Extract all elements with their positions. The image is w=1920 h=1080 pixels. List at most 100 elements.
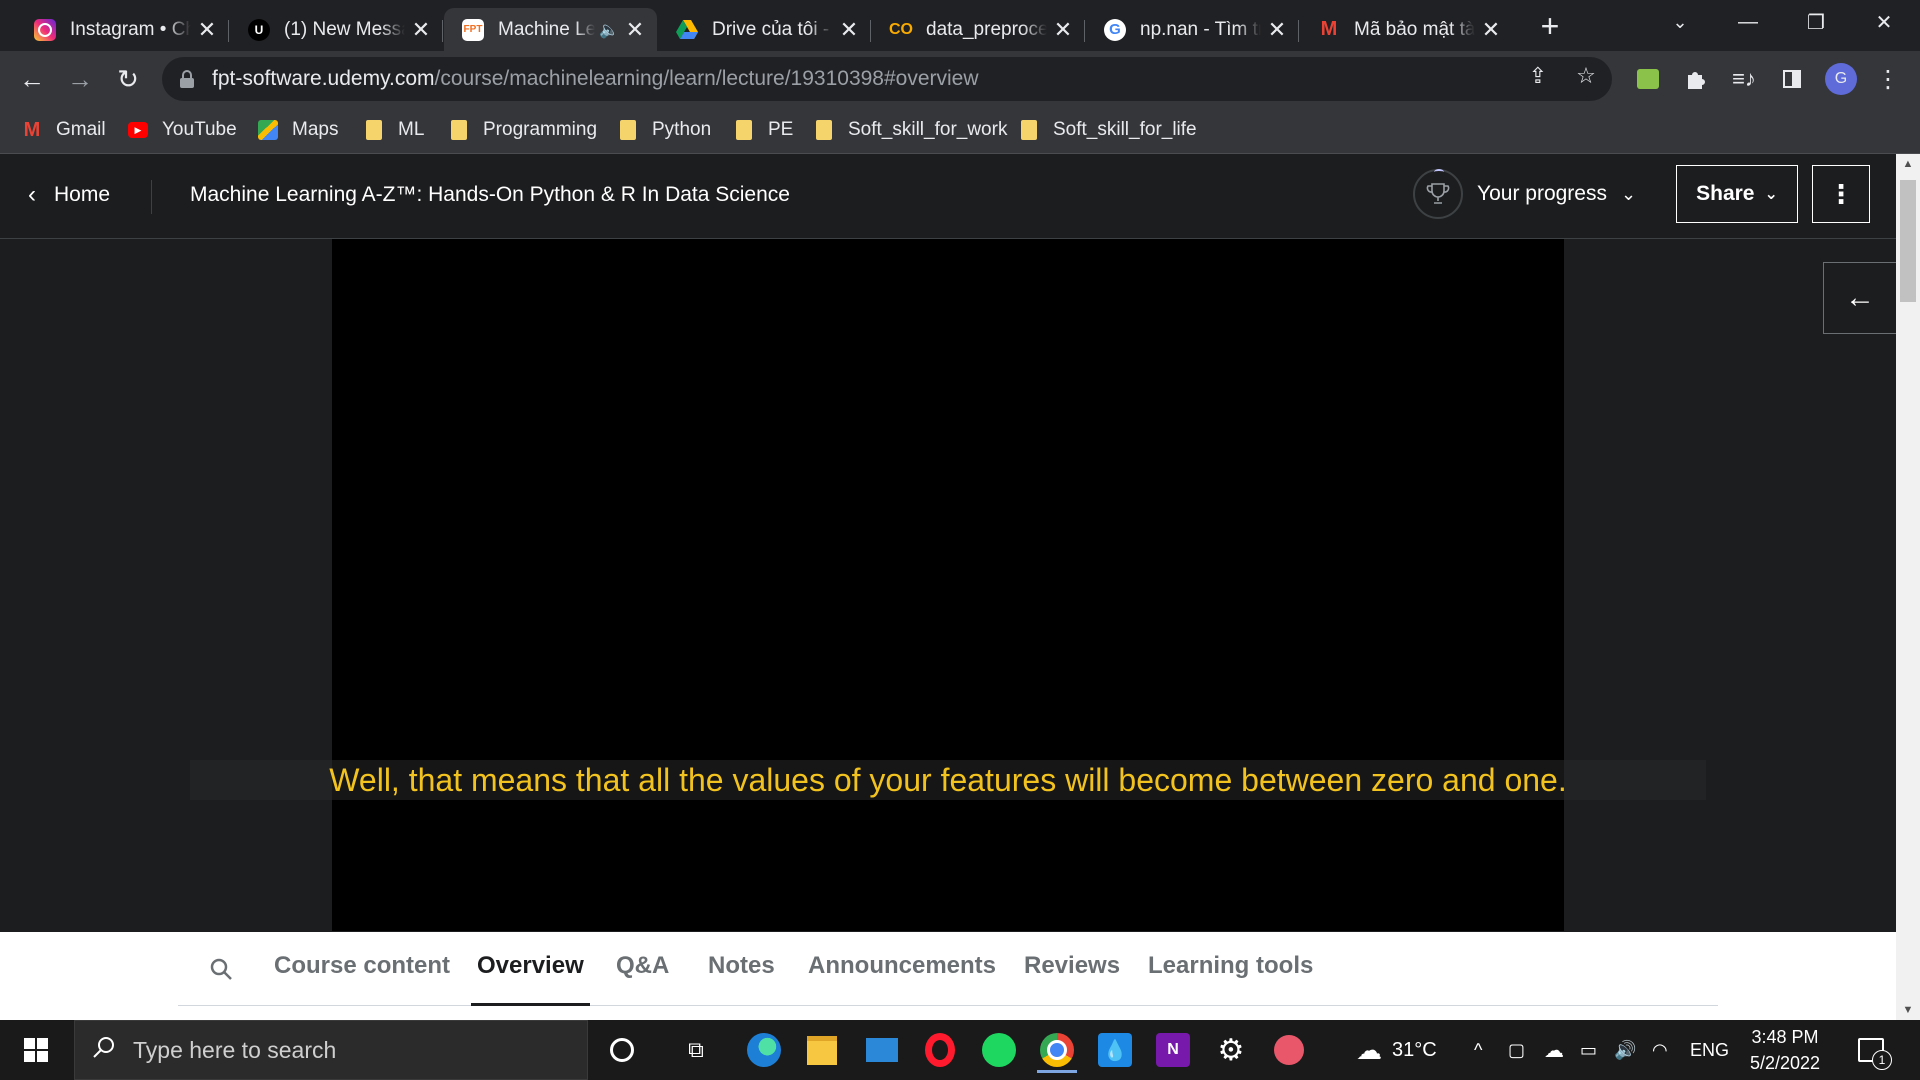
file-explorer-icon[interactable]: [802, 1030, 842, 1070]
opera-icon[interactable]: [920, 1030, 960, 1070]
forward-button[interactable]: →: [60, 59, 100, 99]
search-placeholder: Type here to search: [133, 1036, 337, 1063]
tab-title: Mã bảo mật tài khoản: [1354, 18, 1475, 40]
media-control-icon[interactable]: ≡♪: [1730, 65, 1758, 93]
close-tab-icon[interactable]: ✕: [625, 17, 645, 43]
chrome-icon[interactable]: [1037, 1030, 1077, 1073]
bookmark-folder-python[interactable]: Python: [618, 116, 711, 144]
close-tab-icon[interactable]: ✕: [839, 17, 859, 43]
onedrive-icon[interactable]: ☁: [1544, 1020, 1564, 1080]
browser-tab-google-search[interactable]: G np.nan - Tìm trên Google ✕: [1086, 8, 1299, 51]
tab-qa[interactable]: Q&A: [616, 952, 669, 980]
close-tab-icon[interactable]: ✕: [411, 17, 431, 43]
mail-icon[interactable]: [862, 1030, 902, 1070]
water-reminder-icon[interactable]: 💧: [1095, 1030, 1135, 1070]
page-scrollbar[interactable]: ▲ ▼: [1896, 154, 1920, 1020]
share-button[interactable]: Share ⌄: [1676, 165, 1798, 223]
scroll-up-arrow-icon[interactable]: ▲: [1896, 154, 1920, 174]
wifi-icon[interactable]: ◠: [1652, 1020, 1668, 1080]
bookmark-maps[interactable]: Maps: [258, 116, 338, 144]
bookmark-folder-soft-skill-work[interactable]: Soft_skill_for_work: [814, 116, 1007, 144]
share-page-icon[interactable]: ⇪: [1524, 62, 1552, 90]
extensions-puzzle-icon[interactable]: [1682, 65, 1710, 93]
folder-icon: [814, 120, 834, 140]
search-icon[interactable]: [208, 956, 234, 982]
speaker-muted-icon[interactable]: 🔈: [599, 20, 619, 40]
folder-icon: [734, 120, 754, 140]
bookmark-star-icon[interactable]: ☆: [1572, 62, 1600, 90]
settings-gear-icon[interactable]: ⚙: [1211, 1030, 1251, 1070]
lock-icon[interactable]: [180, 70, 194, 88]
tab-overview[interactable]: Overview: [471, 952, 590, 1006]
chevron-down-icon: ⌄: [1764, 186, 1778, 203]
back-button[interactable]: ←: [12, 59, 52, 99]
volume-icon[interactable]: 🔊: [1614, 1020, 1636, 1080]
gmail-icon: M: [23, 118, 41, 141]
onenote-icon[interactable]: N: [1153, 1030, 1193, 1070]
show-hidden-icons-chevron-icon[interactable]: ^: [1474, 1020, 1482, 1080]
bookmark-label: Programming: [483, 119, 598, 140]
browser-tab-messages[interactable]: U (1) New Messages ✕: [230, 8, 443, 51]
scroll-down-arrow-icon[interactable]: ▼: [1896, 1000, 1920, 1020]
profile-avatar[interactable]: G: [1825, 63, 1857, 95]
tab-title: np.nan - Tìm trên Google: [1140, 18, 1261, 40]
close-tab-icon[interactable]: ✕: [1267, 17, 1287, 43]
browser-tab-drive[interactable]: Drive của tôi - Google Drive ✕: [658, 8, 871, 51]
tab-learning-tools[interactable]: Learning tools: [1148, 952, 1313, 980]
bookmark-folder-soft-skill-life[interactable]: Soft_skill_for_life: [1019, 116, 1197, 144]
tab-title: data_preprocessing: [926, 18, 1047, 40]
snipping-tool-icon[interactable]: [1269, 1030, 1309, 1070]
notifications-icon[interactable]: 1: [1858, 1020, 1892, 1080]
colab-icon: CO: [889, 20, 913, 38]
close-tab-icon[interactable]: ✕: [1481, 17, 1501, 43]
windows-start-icon[interactable]: [16, 1030, 56, 1070]
open-sidebar-arrow-icon[interactable]: ←: [1823, 262, 1896, 334]
close-tab-icon[interactable]: ✕: [197, 17, 217, 43]
tab-notes[interactable]: Notes: [708, 952, 775, 980]
input-language[interactable]: ENG: [1690, 1020, 1729, 1080]
spotify-icon[interactable]: [979, 1030, 1019, 1070]
url-text[interactable]: fpt-software.udemy.com/course/machinelea…: [212, 67, 979, 91]
taskbar-search-box[interactable]: Type here to search: [74, 1020, 588, 1080]
tab-announcements[interactable]: Announcements: [808, 952, 996, 980]
bookmark-folder-pe[interactable]: PE: [734, 116, 793, 144]
video-player[interactable]: [332, 239, 1564, 931]
weather-widget[interactable]: ☁ 31°C: [1356, 1020, 1437, 1080]
bookmark-gmail[interactable]: M Gmail: [22, 116, 106, 144]
instagram-icon: [34, 18, 56, 41]
progress-dropdown[interactable]: Your progress ⌄: [1413, 169, 1636, 219]
browser-tab-colab[interactable]: CO data_preprocessing ✕: [872, 8, 1085, 51]
tab-course-content[interactable]: Course content: [274, 952, 450, 980]
edge-icon[interactable]: [744, 1030, 784, 1070]
taskbar-clock[interactable]: 3:48 PM 5/2/2022: [1740, 1024, 1830, 1076]
task-view-icon[interactable]: ⧉: [676, 1030, 716, 1070]
close-tab-icon[interactable]: ✕: [1053, 17, 1073, 43]
chrome-menu-icon[interactable]: ⋮: [1874, 65, 1902, 93]
meet-now-icon[interactable]: ▢: [1508, 1020, 1525, 1080]
course-title[interactable]: Machine Learning A-Z™: Hands-On Python &…: [190, 183, 790, 207]
restore-button[interactable]: ❐: [1788, 0, 1844, 44]
new-tab-button[interactable]: +: [1532, 8, 1568, 44]
address-bar[interactable]: fpt-software.udemy.com/course/machinelea…: [162, 57, 1612, 101]
extension-icon[interactable]: [1634, 65, 1662, 93]
fpt-icon: FPT: [462, 18, 484, 41]
bookmark-youtube[interactable]: ▶ YouTube: [128, 116, 237, 144]
scrollbar-thumb[interactable]: [1900, 180, 1916, 302]
bookmark-label: Python: [652, 119, 712, 140]
minimize-button[interactable]: —: [1720, 0, 1776, 44]
tab-search-chevron-icon[interactable]: ⌄: [1652, 0, 1708, 44]
reload-button[interactable]: ↻: [108, 59, 148, 99]
browser-tab-machine-learning[interactable]: FPT Machine Learning 🔈 ✕: [444, 8, 657, 51]
gmail-icon: M: [1320, 18, 1338, 40]
cortana-icon[interactable]: [602, 1030, 642, 1070]
bookmark-folder-programming[interactable]: Programming: [449, 116, 597, 144]
more-options-button[interactable]: ⋮: [1812, 165, 1870, 223]
side-panel-icon[interactable]: [1778, 65, 1806, 93]
battery-icon[interactable]: ▭: [1580, 1020, 1597, 1080]
browser-tab-gmail[interactable]: M Mã bảo mật tài khoản ✕: [1300, 8, 1513, 51]
bookmark-folder-ml[interactable]: ML: [364, 116, 424, 144]
home-link[interactable]: ‹ Home: [28, 181, 110, 209]
tab-reviews[interactable]: Reviews: [1024, 952, 1120, 980]
close-window-button[interactable]: ✕: [1856, 0, 1912, 44]
browser-tab-instagram[interactable]: Instagram • Chats ✕: [16, 8, 229, 51]
